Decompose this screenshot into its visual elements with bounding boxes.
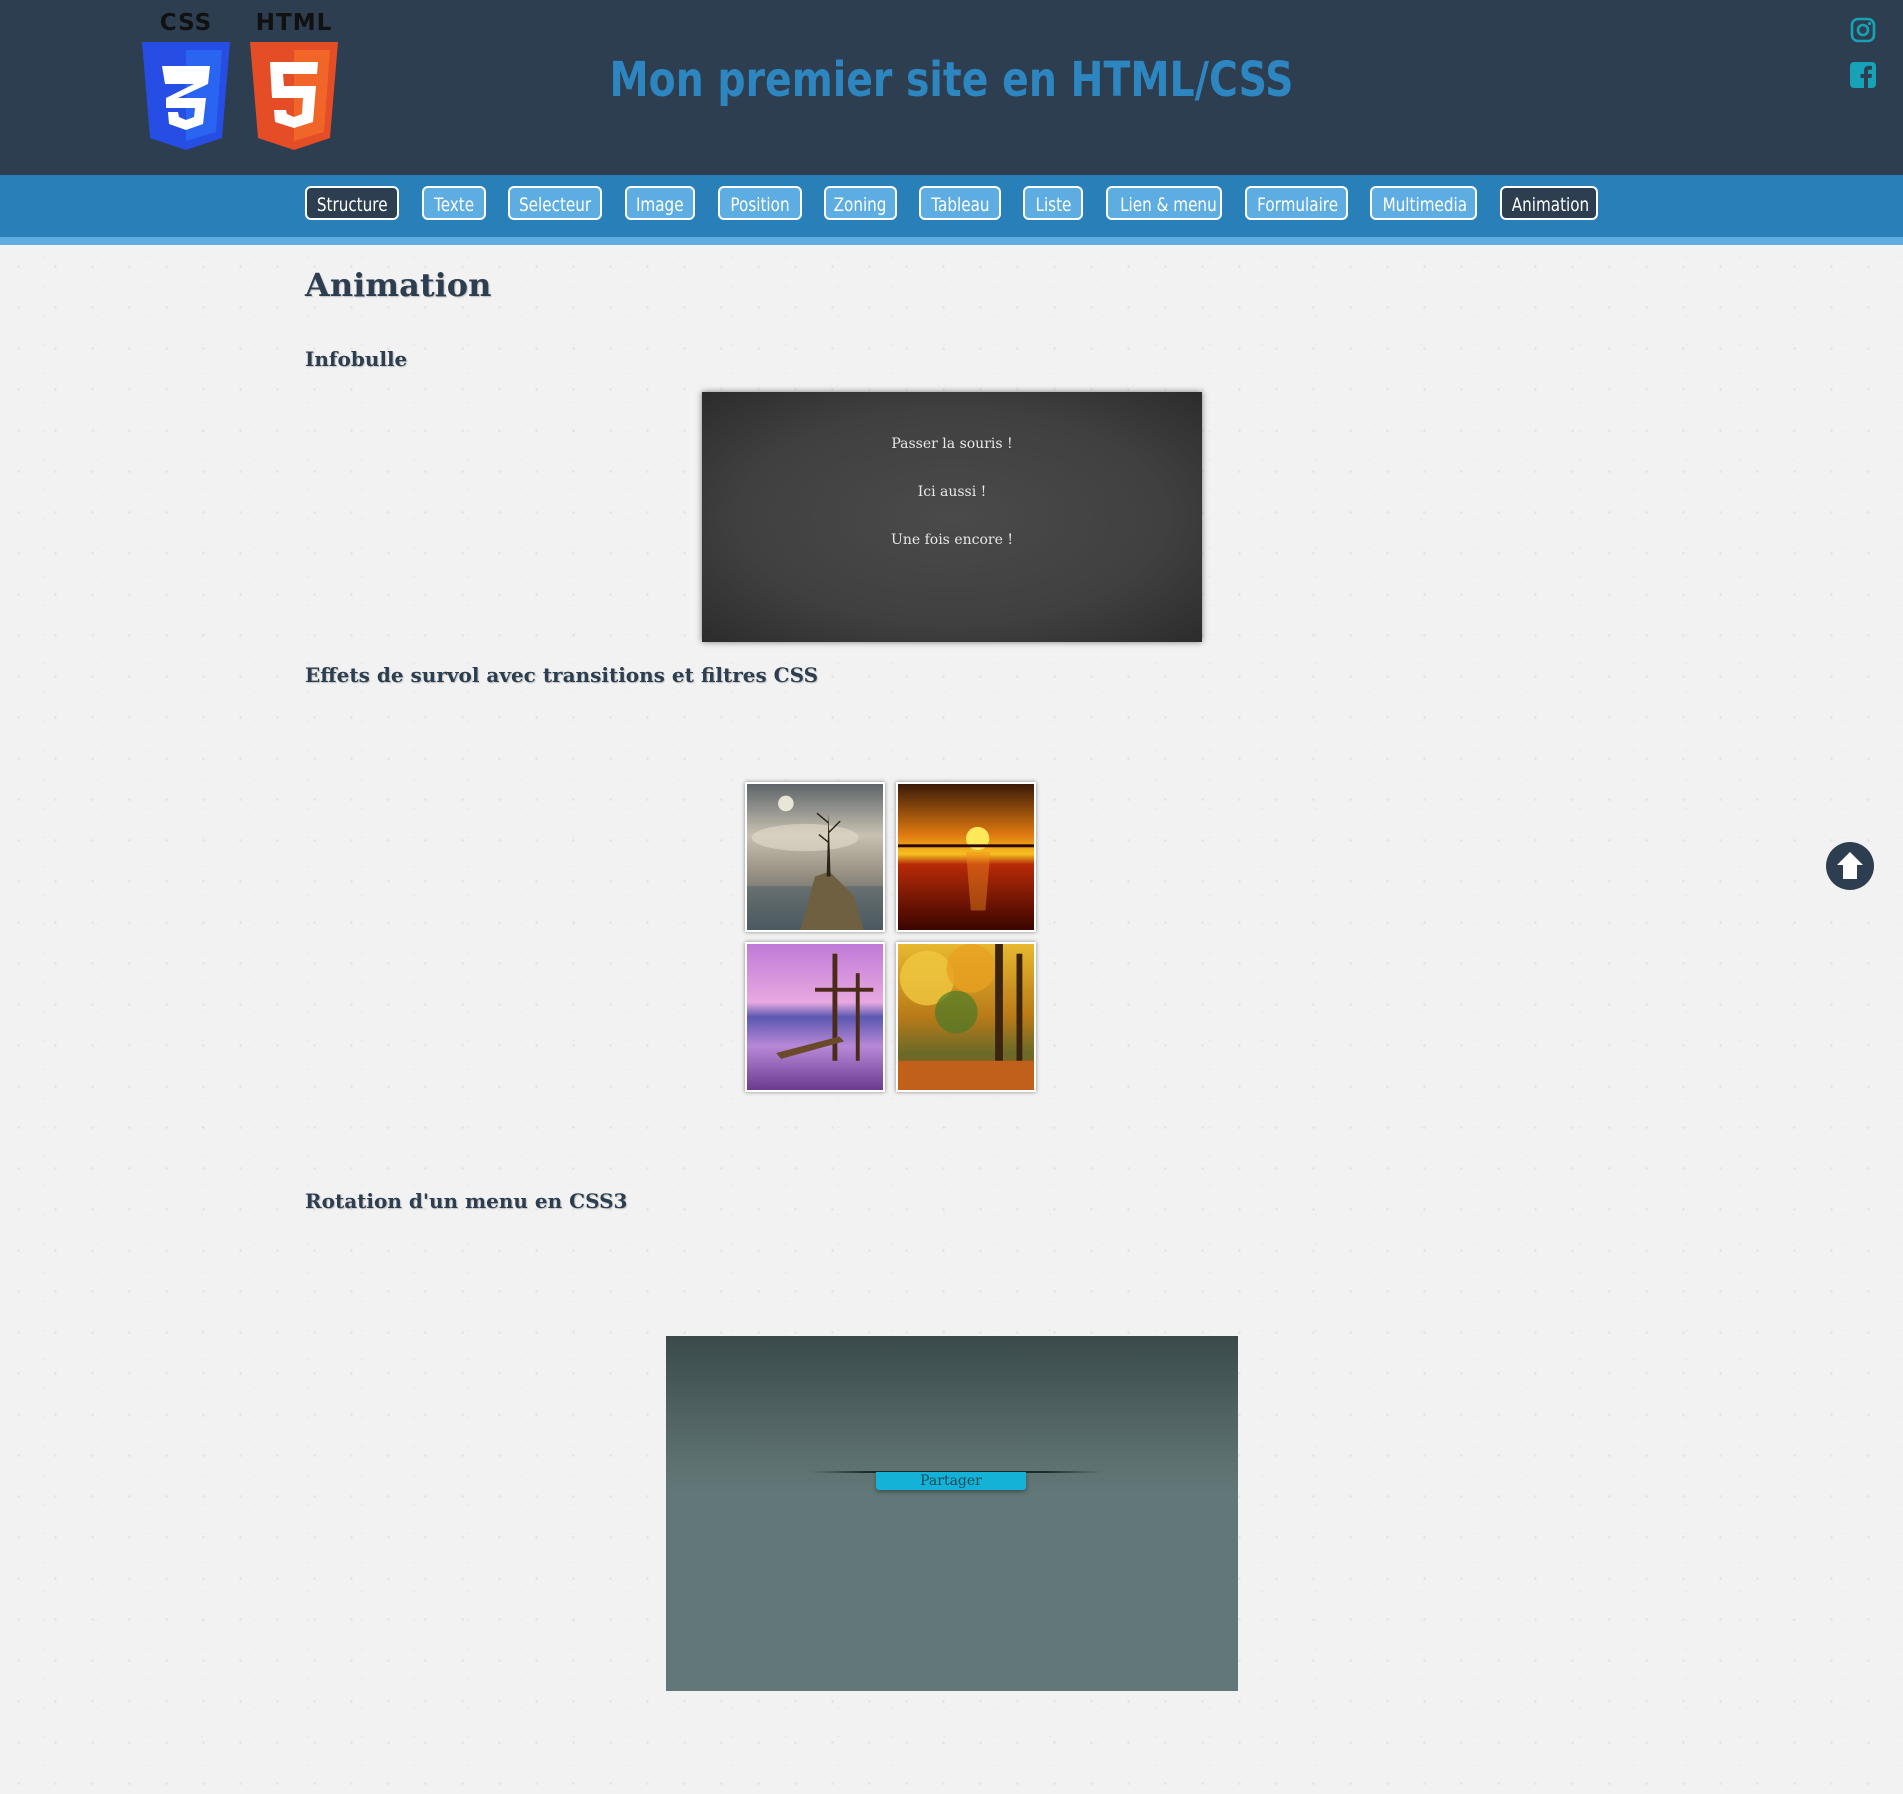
hover-effects-heading: Effets de survol avec transitions et fil… [305,663,819,687]
nav-item-label: Liste [1035,194,1071,216]
sunset-over-sea-image [898,784,1034,930]
nav-item-label: Texte [433,194,475,216]
nav-item-label: Formulaire [1257,194,1339,216]
infobulle-demo-box: Passer la souris ! Ici aussi ! Une fois … [702,392,1202,642]
page-title: Animation [305,266,492,304]
nav-item-tableau[interactable]: Tableau [919,186,1001,220]
gallery-image-sunset[interactable] [896,782,1036,932]
misty-tree-landscape-image [747,784,883,930]
tooltip-trigger-2[interactable]: Ici aussi ! [702,484,1202,500]
rotation-menu-demo-box: Partager [666,1336,1238,1691]
nav-item-liste[interactable]: Liste [1023,186,1083,220]
infobulle-heading: Infobulle [305,347,408,371]
tooltip-trigger-1[interactable]: Passer la souris ! [702,436,1202,452]
rotation-menu-heading: Rotation d'un menu en CSS3 [305,1189,628,1213]
nav-item-label: Multimedia [1382,194,1468,216]
nav-item-label: Selecteur [519,194,592,216]
purple-lake-pier-image [747,944,883,1090]
autumn-forest-image [898,944,1034,1090]
facebook-icon[interactable] [1849,61,1877,89]
main-navbar: Structure Texte Selecteur Image Position… [0,175,1903,245]
nav-item-label: Animation [1511,194,1590,216]
instagram-icon[interactable] [1849,16,1877,44]
nav-item-label: Zoning [834,194,887,216]
css3-logo-label: CSS [159,10,213,36]
nav-item-label: Tableau [930,194,990,216]
nav-item-lien-menu[interactable]: Lien & menu [1106,186,1222,220]
nav-item-zoning[interactable]: Zoning [824,186,897,220]
site-header: CSS HTML Mon premier site en HTML/CSS [0,0,1903,175]
nav-item-selecteur[interactable]: Selecteur [508,186,602,220]
nav-item-multimedia[interactable]: Multimedia [1370,186,1477,220]
nav-item-label: Lien & menu [1120,194,1217,216]
gallery-image-misty-tree[interactable] [745,782,885,932]
gallery-image-purple-lake[interactable] [745,942,885,1092]
html5-logo-label: HTML [255,10,333,36]
nav-item-label: Structure [316,194,388,216]
arrow-up-circle-icon[interactable] [1826,842,1874,890]
nav-item-label: Position [730,194,790,216]
nav-item-formulaire[interactable]: Formulaire [1245,186,1348,220]
nav-item-image[interactable]: Image [625,186,695,220]
nav-item-animation[interactable]: Animation [1500,186,1598,220]
gallery-image-autumn-forest[interactable] [896,942,1036,1092]
nav-item-texte[interactable]: Texte [422,186,486,220]
tooltip-trigger-3[interactable]: Une fois encore ! [702,532,1202,548]
nav-item-position[interactable]: Position [718,186,802,220]
site-title: Mon premier site en HTML/CSS [609,52,1294,108]
nav-item-structure[interactable]: Structure [305,186,399,220]
nav-item-label: Image [636,194,684,216]
share-button[interactable]: Partager [876,1472,1026,1490]
